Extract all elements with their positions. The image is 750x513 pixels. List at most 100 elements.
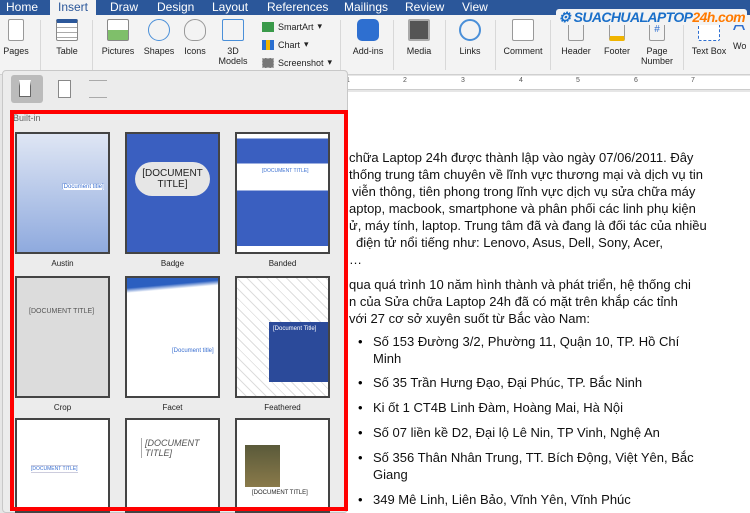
cover-page-icon [19, 80, 31, 97]
list-item: Ki ốt 1 CT4B Linh Đàm, Hoàng Mai, Hà Nội [373, 400, 623, 415]
blank-page-button[interactable] [58, 80, 71, 98]
footer-label: Footer [603, 46, 630, 56]
logo-accent: 24h.com [692, 9, 745, 25]
links-button[interactable]: Links [455, 19, 485, 56]
list-item: Số 356 Thân Nhân Trung, TT. Bích Động, V… [373, 450, 694, 465]
chart-button[interactable]: Chart ▾ [262, 39, 309, 50]
comment-label: Comment [503, 46, 543, 56]
chart-icon [262, 39, 274, 50]
table-button[interactable]: Table [52, 19, 82, 56]
3d-models-label: 3D Models [218, 46, 248, 66]
paragraph-line: aptop, macbook, smartphone và phân phối … [349, 201, 696, 216]
table-icon [56, 19, 78, 41]
smartart-icon [262, 21, 274, 32]
divider [683, 20, 684, 70]
list-item: Giang [373, 467, 408, 482]
bullet-icon: • [358, 400, 363, 415]
icons-button[interactable]: Icons [183, 19, 207, 56]
paragraph-line: điện tử nổi tiếng như: Lenovo, Asus, Del… [356, 235, 663, 250]
page-number-label: Page Number [640, 46, 673, 66]
smartart-label: SmartArt [278, 21, 314, 32]
links-label: Links [459, 46, 481, 56]
list-item: Số 35 Trần Hưng Đạo, Đại Phúc, TP. Bắc N… [373, 375, 643, 390]
chart-label: Chart [278, 39, 301, 50]
divider [340, 20, 341, 70]
paragraph-line: thống trung tâm chuyên về lĩnh vực thươn… [349, 167, 704, 182]
ruler-mark: 3 [461, 77, 465, 84]
ruler-mark: 7 [691, 77, 695, 84]
media-label: Media [406, 46, 432, 56]
paragraph-line: … [349, 252, 362, 267]
tab-view[interactable]: View [462, 0, 488, 15]
list-item: Minh [373, 351, 402, 366]
cover-page-tab-button[interactable] [11, 75, 43, 103]
link-icon [459, 19, 481, 41]
divider [550, 20, 551, 70]
tab-insert[interactable]: Insert [50, 0, 97, 15]
paragraph-line: ử, máy tính, laptop. Trung tâm đã và đan… [349, 218, 707, 233]
tab-layout[interactable]: Layout [212, 0, 248, 15]
paragraph-line: qua quá trình 10 năm hình thành và phát … [349, 277, 691, 292]
paragraph-line: viễn thông, tiên phong trong lĩnh vực dị… [352, 184, 696, 199]
wordart-label: Wo [733, 41, 747, 51]
pictures-label: Pictures [101, 46, 135, 56]
page-break-button[interactable] [89, 80, 107, 98]
add-ins-button[interactable]: Add-ins [350, 19, 386, 56]
list-item: Số 07 liền kề D2, Đại lộ Lê Nin, TP Vinh… [373, 425, 660, 440]
icons-label: Icons [184, 46, 206, 56]
tab-mailings[interactable]: Mailings [344, 0, 388, 15]
ruler-mark: 4 [519, 77, 523, 84]
camera-icon [262, 57, 274, 68]
list-item: Số 153 Đường 3/2, Phường 11, Quận 10, TP… [373, 334, 680, 349]
header-label: Header [561, 46, 591, 56]
bullet-icon: • [358, 492, 363, 507]
cube-icon [222, 19, 244, 41]
table-label: Table [56, 46, 78, 56]
screenshot-button[interactable]: Screenshot ▾ [262, 57, 332, 68]
paragraph-line: n của Sửa chữa Laptop 24h đã có mặt trên… [349, 294, 678, 309]
paragraph-line: chữa Laptop 24h được thành lập vào ngày … [349, 150, 694, 165]
shapes-label: Shapes [143, 46, 175, 56]
divider [445, 20, 446, 70]
bullet-icon: • [358, 334, 363, 349]
logo-main: SUACHUALAPTOP [573, 9, 693, 25]
3d-models-button[interactable]: 3D Models [218, 19, 248, 66]
divider [40, 20, 41, 70]
shapes-button[interactable]: Shapes [143, 19, 175, 56]
bullet-icon: • [358, 425, 363, 440]
ruler-mark: 6 [634, 77, 638, 84]
paragraph-line: với 27 cơ sở xuyên suốt từ Bắc vào Nam: [349, 311, 590, 326]
divider [495, 20, 496, 70]
pages-button[interactable]: Pages [2, 19, 30, 56]
media-button[interactable]: Media [403, 19, 435, 56]
tab-references[interactable]: References [267, 0, 328, 15]
picture-icon [107, 19, 129, 41]
ruler-mark: 2 [403, 77, 407, 84]
list-item: 349 Mê Linh, Liên Bảo, Vĩnh Yên, Vĩnh Ph… [373, 492, 631, 507]
gear-icon: ⚙ [558, 9, 571, 25]
add-ins-label: Add-ins [352, 46, 384, 56]
screenshot-label: Screenshot [278, 57, 324, 68]
tab-draw[interactable]: Draw [110, 0, 138, 15]
pages-label: Pages [3, 46, 29, 56]
pictures-button[interactable]: Pictures [100, 19, 136, 56]
text-box-label: Text Box [691, 46, 727, 56]
bullet-icon: • [358, 450, 363, 465]
ruler-mark: 5 [576, 77, 580, 84]
comment-icon [512, 19, 534, 41]
highlight-box [10, 110, 348, 511]
divider [393, 20, 394, 70]
tab-review[interactable]: Review [405, 0, 444, 15]
comment-button[interactable]: Comment [500, 19, 546, 56]
shapes-icon [148, 19, 170, 41]
divider [92, 20, 93, 70]
tab-design[interactable]: Design [157, 0, 194, 15]
media-icon [408, 19, 430, 41]
add-ins-icon [357, 19, 379, 41]
logo: ⚙ SUACHUALAPTOP24h.com [556, 9, 747, 25]
smartart-button[interactable]: SmartArt ▾ [262, 21, 322, 32]
page-number-button[interactable]: # Page Number [638, 19, 676, 66]
bird-icon [184, 19, 206, 41]
tab-home[interactable]: Home [6, 0, 38, 15]
page-icon [8, 19, 24, 41]
